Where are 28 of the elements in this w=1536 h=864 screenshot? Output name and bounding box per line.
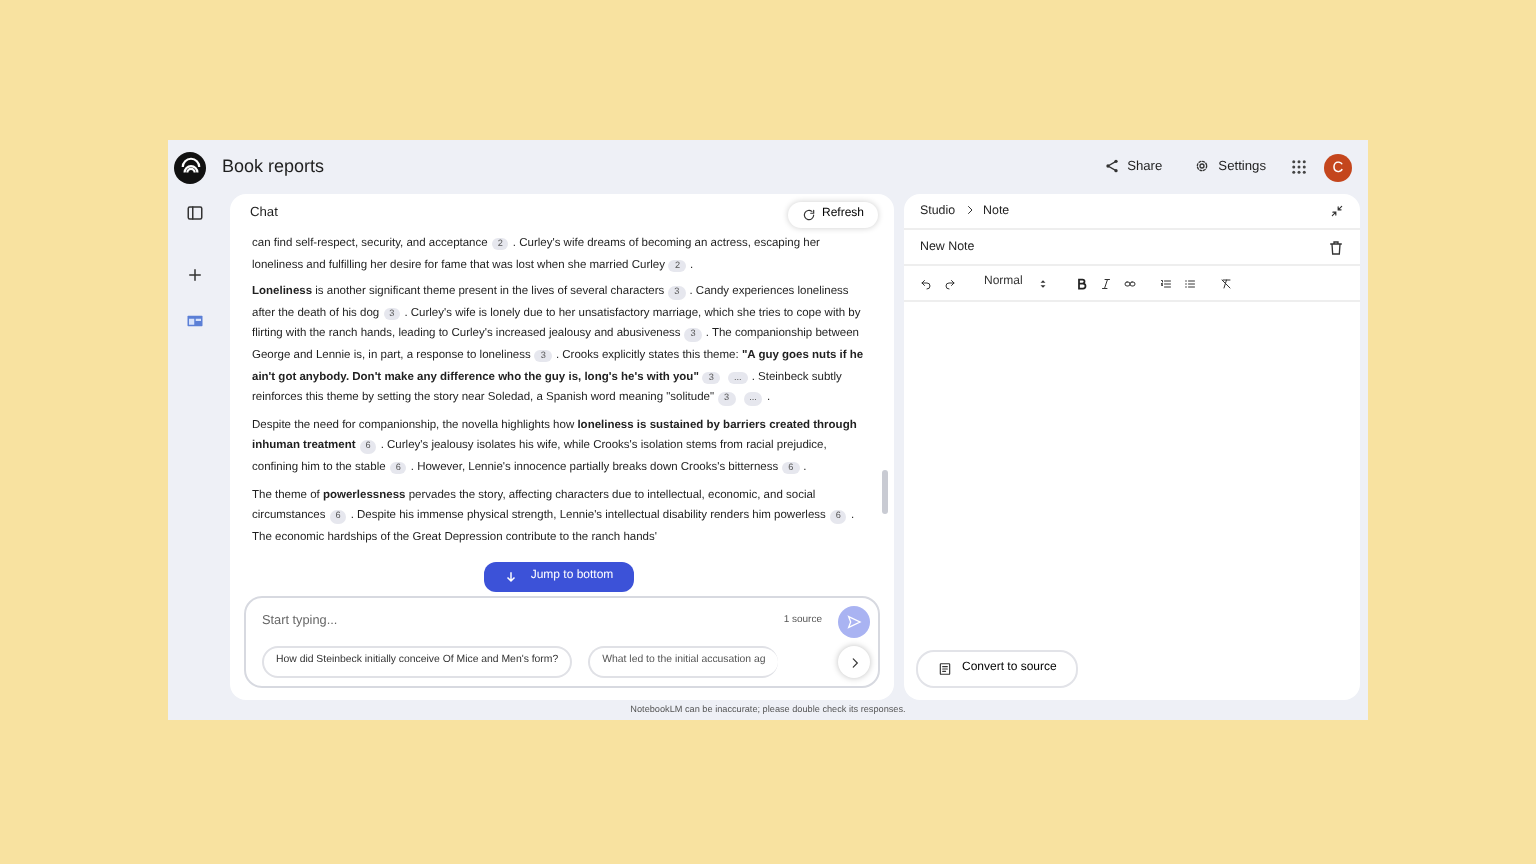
settings-icon: [1194, 158, 1211, 175]
logo-icon: [174, 151, 206, 183]
numbered-list-icon: [1160, 277, 1173, 289]
sort-caret-icon: [1038, 277, 1049, 289]
note-icon: [185, 312, 203, 330]
bulleted-list-icon: [1184, 277, 1197, 289]
apps-icon: [1290, 158, 1308, 176]
link-icon: [1124, 277, 1137, 289]
undo-icon: [920, 277, 932, 289]
scrollbar-thumb[interactable]: [882, 470, 888, 514]
document-icon: [938, 662, 952, 676]
chevron-right-icon: [847, 655, 861, 669]
redo-icon: [944, 277, 956, 289]
trash-icon: [1328, 239, 1344, 255]
clear-format-icon: [1220, 277, 1233, 289]
notebook-title: Book reports: [222, 153, 325, 180]
share-icon: [1103, 158, 1120, 175]
italic-icon: [1100, 277, 1113, 289]
bold-icon: [1076, 277, 1089, 289]
collapse-icon: [1330, 204, 1344, 218]
send-icon: [846, 614, 862, 630]
add-icon: [185, 266, 203, 284]
down-arrow-icon: [504, 570, 519, 584]
chevron-right-icon: [963, 204, 976, 217]
next-button[interactable]: [838, 646, 870, 678]
send-button[interactable]: [838, 606, 870, 638]
sidebar-toggle-icon: [185, 204, 203, 222]
refresh-icon: [801, 207, 816, 221]
